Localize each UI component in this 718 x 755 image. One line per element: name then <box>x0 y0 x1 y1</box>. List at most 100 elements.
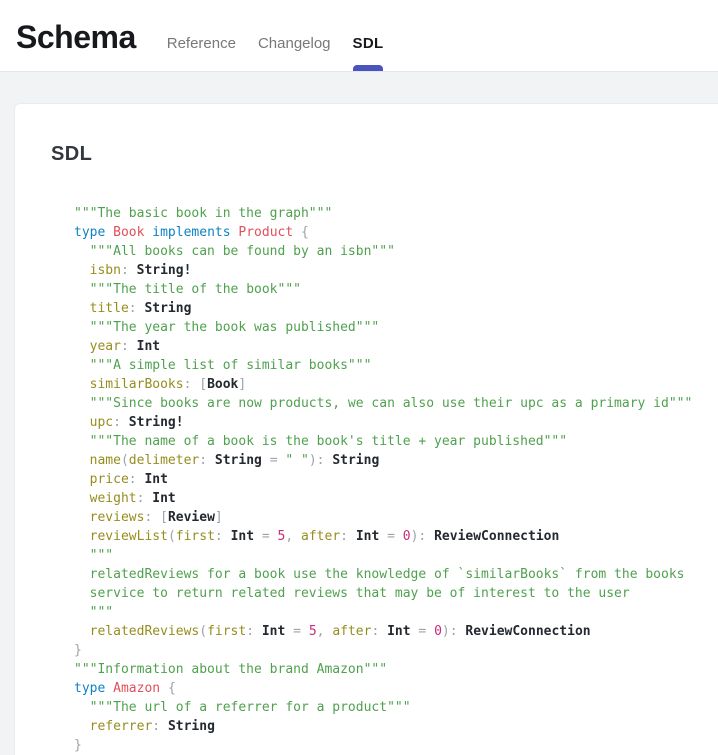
code-token: service to return related reviews that m… <box>90 586 630 601</box>
code-token <box>426 624 434 639</box>
code-token: """All books can be found by an isbn""" <box>90 244 395 259</box>
code-token: : <box>113 415 121 430</box>
code-token <box>74 491 90 506</box>
code-line: reviewList(first: Int = 5, after: Int = … <box>74 527 718 546</box>
code-token <box>74 377 90 392</box>
code-line: year: Int <box>74 337 718 356</box>
code-token: relatedReviews for a book use the knowle… <box>90 567 685 582</box>
tab-sdl-label: SDL <box>353 35 384 52</box>
code-token: """Information about the brand Amazon""" <box>74 662 387 677</box>
code-token: Int <box>144 472 167 487</box>
code-token: : <box>121 339 129 354</box>
code-token <box>426 529 434 544</box>
code-token: : <box>215 529 223 544</box>
page-header: Schema Reference Changelog SDL <box>0 0 718 72</box>
tab-changelog[interactable]: Changelog <box>258 0 331 71</box>
code-token <box>293 225 301 240</box>
tabs-nav: Reference Changelog SDL <box>167 0 384 71</box>
code-token: first <box>207 624 246 639</box>
code-token: Int <box>262 624 285 639</box>
code-token <box>74 472 90 487</box>
code-token <box>270 529 278 544</box>
code-token <box>301 624 309 639</box>
code-token <box>105 225 113 240</box>
code-token: ReviewConnection <box>434 529 559 544</box>
code-token <box>74 263 90 278</box>
tab-changelog-label: Changelog <box>258 35 331 52</box>
code-token <box>129 263 137 278</box>
tab-sdl[interactable]: SDL <box>353 0 384 71</box>
code-token <box>207 453 215 468</box>
code-line: """The basic book in the graph""" <box>74 204 718 223</box>
code-token: [ <box>160 510 168 525</box>
code-token: """The url of a referrer for a product""… <box>90 700 411 715</box>
code-token: price <box>90 472 129 487</box>
code-token: relatedReviews <box>90 624 200 639</box>
code-token: """The basic book in the graph""" <box>74 206 332 221</box>
tab-reference[interactable]: Reference <box>167 0 236 71</box>
active-tab-underline <box>353 65 384 71</box>
code-token <box>74 244 90 259</box>
code-token: ( <box>199 624 207 639</box>
code-line: name(delimeter: String = " "): String <box>74 451 718 470</box>
code-token <box>379 624 387 639</box>
code-token: similarBooks <box>90 377 184 392</box>
code-token: """The year the book was published""" <box>90 320 380 335</box>
code-token <box>74 453 90 468</box>
code-token: """The title of the book""" <box>90 282 301 297</box>
code-token: : <box>246 624 254 639</box>
code-token <box>348 529 356 544</box>
code-token: : <box>129 472 137 487</box>
code-token: = <box>387 529 395 544</box>
code-token <box>254 529 262 544</box>
page-title: Schema <box>16 16 136 56</box>
code-line: """A simple list of similar books""" <box>74 356 718 375</box>
code-line: service to return related reviews that m… <box>74 584 718 603</box>
code-token: upc <box>90 415 113 430</box>
code-token <box>160 681 168 696</box>
code-token: implements <box>152 225 230 240</box>
code-token: year <box>90 339 121 354</box>
code-token: type <box>74 225 105 240</box>
sdl-code: """The basic book in the graph"""type Bo… <box>74 204 718 755</box>
code-token <box>74 320 90 335</box>
code-token <box>152 510 160 525</box>
code-token <box>74 339 90 354</box>
code-token: Int <box>137 339 160 354</box>
code-token: Product <box>238 225 293 240</box>
code-token: 5 <box>309 624 317 639</box>
code-token <box>223 529 231 544</box>
code-token: ( <box>121 453 129 468</box>
code-token <box>74 567 90 582</box>
code-token <box>74 719 90 734</box>
code-token: 0 <box>403 529 411 544</box>
code-token: after <box>301 529 340 544</box>
sdl-card: SDL """The basic book in the graph"""typ… <box>14 103 718 755</box>
code-token: ReviewConnection <box>465 624 590 639</box>
code-token: " " <box>285 453 308 468</box>
code-line: type Amazon { <box>74 679 718 698</box>
code-token: String <box>332 453 379 468</box>
code-token: name <box>90 453 121 468</box>
code-token: referrer <box>90 719 153 734</box>
code-token: : <box>152 719 160 734</box>
code-token: """A simple list of similar books""" <box>90 358 372 373</box>
code-token: String <box>144 301 191 316</box>
code-token: weight <box>90 491 137 506</box>
code-token: Int <box>231 529 254 544</box>
code-token: Int <box>387 624 410 639</box>
code-token: = <box>270 453 278 468</box>
code-line: """Information about the brand Amazon""" <box>74 660 718 679</box>
tab-reference-label: Reference <box>167 35 236 52</box>
code-line: """The url of a referrer for a product""… <box>74 698 718 717</box>
code-line: reviews: [Review] <box>74 508 718 527</box>
code-line: relatedReviews(first: Int = 5, after: In… <box>74 622 718 641</box>
code-token: """The name of a book is the book's titl… <box>90 434 567 449</box>
code-token <box>105 681 113 696</box>
code-token <box>74 700 90 715</box>
code-token: = <box>262 529 270 544</box>
code-line: } <box>74 641 718 660</box>
code-token: String! <box>129 415 184 430</box>
code-token: String <box>215 453 262 468</box>
code-token <box>74 301 90 316</box>
